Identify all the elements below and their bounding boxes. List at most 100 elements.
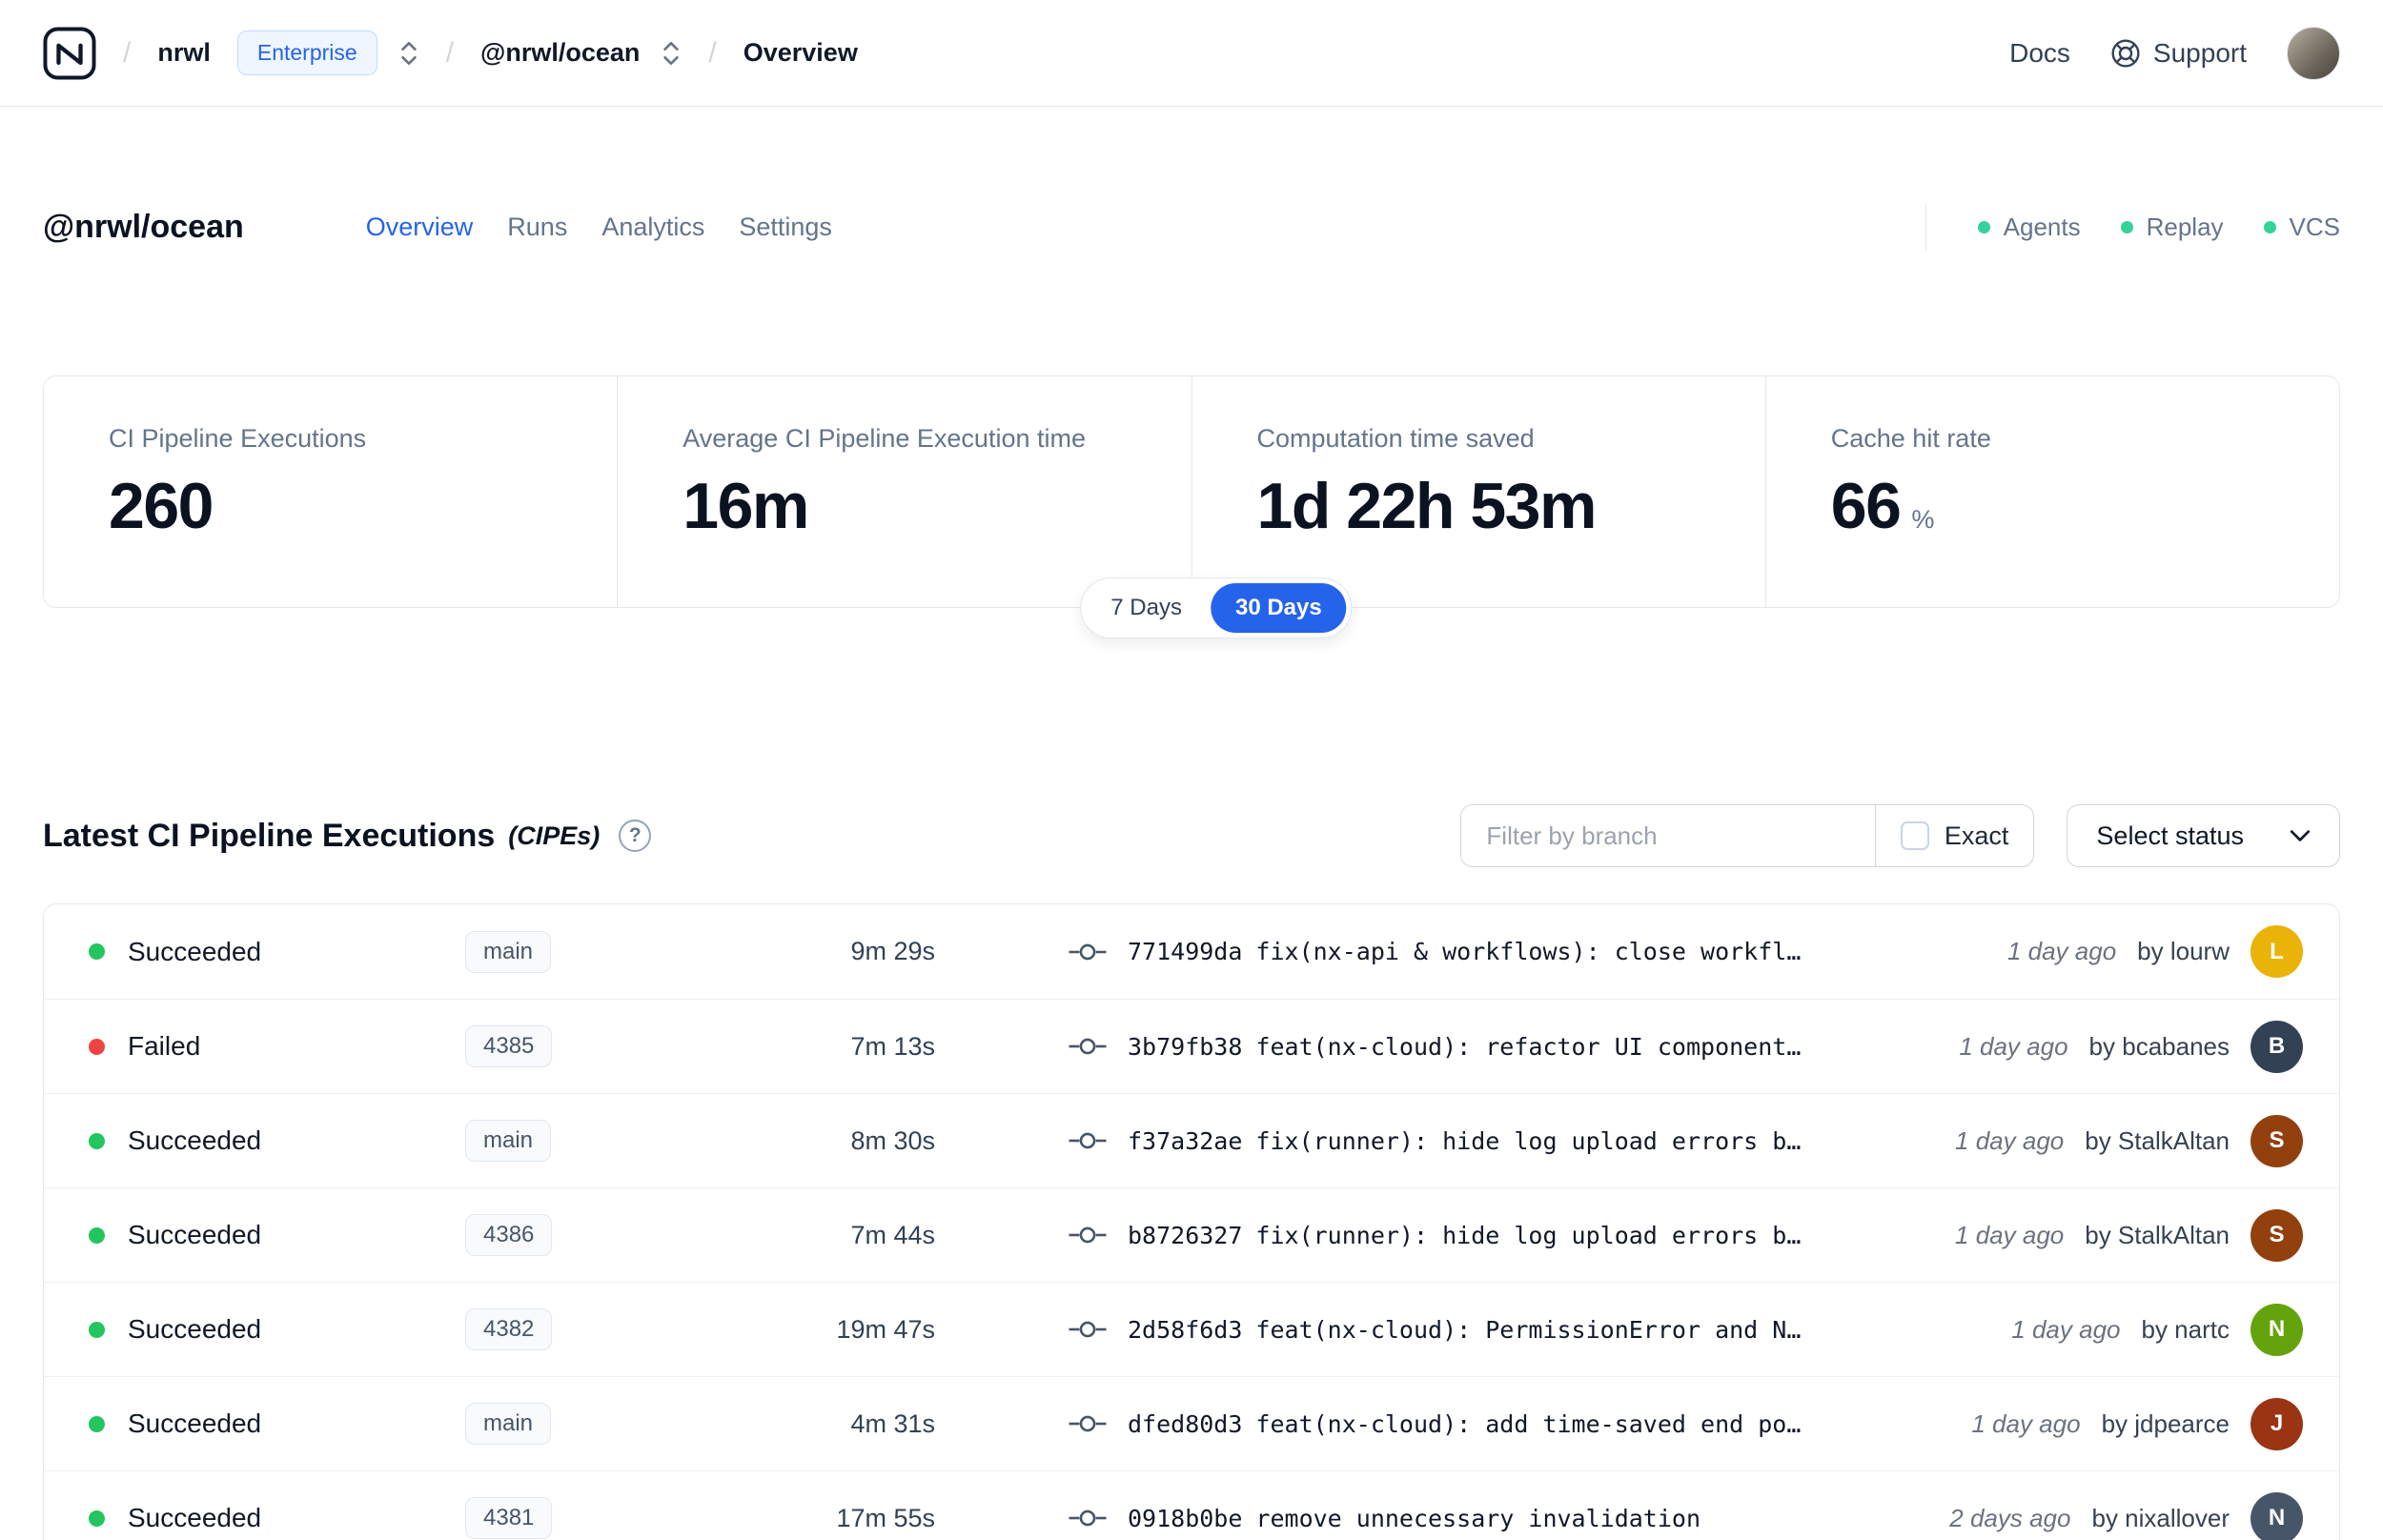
range-30-days-button[interactable]: 30 Days	[1210, 583, 1347, 633]
commit-hash: dfed80d3	[1128, 1409, 1243, 1438]
commit-subject: fix(runner): hide log upload errors b…	[1255, 1126, 1802, 1155]
branch-badge: main	[465, 930, 552, 973]
git-commit-icon	[1069, 1321, 1107, 1338]
commit-message: dfed80d3 feat(nx-cloud): add time-saved e…	[1128, 1410, 1801, 1438]
commit-hash: 2d58f6d3	[1128, 1315, 1243, 1344]
exact-checkbox[interactable]	[1900, 821, 1929, 850]
commit-message: b8726327 fix(runner): hide log upload err…	[1128, 1222, 1801, 1249]
commit-message: 2d58f6d3 feat(nx-cloud): PermissionError …	[1128, 1316, 1801, 1344]
status-label: Succeeded	[128, 1503, 262, 1532]
divider	[1925, 203, 1926, 251]
git-commit-icon	[1069, 1415, 1107, 1432]
table-row[interactable]: Succeeded main 8m 30s f37a32ae fix(runner…	[44, 1093, 2339, 1187]
row-avatar: S	[2251, 1208, 2303, 1262]
chevron-down-icon	[2290, 830, 2311, 841]
duration-label: 19m 47s	[836, 1314, 935, 1344]
breadcrumb-page: Overview	[743, 38, 858, 67]
duration-label: 7m 44s	[850, 1220, 935, 1249]
stat-avg-execution-time: Average CI Pipeline Execution time 16m	[617, 376, 1191, 607]
row-avatar: S	[2251, 1114, 2303, 1167]
tab-overview[interactable]: Overview	[366, 213, 474, 242]
support-label: Support	[2152, 37, 2247, 68]
range-7-days-button[interactable]: 7 Days	[1086, 583, 1207, 633]
branch-filter-input[interactable]	[1461, 805, 1875, 866]
status-label: Failed	[128, 1031, 201, 1061]
duration-label: 9m 29s	[850, 937, 935, 965]
cipe-section-subtitle: (CIPEs)	[508, 821, 601, 850]
row-avatar: B	[2251, 1020, 2303, 1073]
relative-time: 1 day ago	[1959, 1031, 2068, 1061]
stat-value: 66	[1830, 470, 1902, 542]
table-row[interactable]: Succeeded 4381 17m 55s 0918b0be remove un…	[44, 1470, 2339, 1540]
table-row[interactable]: Succeeded main 9m 29s 771499da fix(nx-api…	[44, 904, 2339, 999]
exact-label: Exact	[1944, 821, 2009, 850]
status-dot	[89, 1226, 105, 1244]
commit-message: f37a32ae fix(runner): hide log upload err…	[1128, 1127, 1801, 1155]
duration-label: 7m 13s	[850, 1031, 935, 1061]
stat-value: 16m	[682, 470, 809, 542]
row-avatar: N	[2251, 1303, 2303, 1356]
row-avatar: J	[2251, 1397, 2303, 1450]
indicator-agents[interactable]: Agents	[1977, 212, 2081, 242]
tab-settings[interactable]: Settings	[739, 213, 832, 242]
stat-unit: %	[1911, 505, 1935, 534]
indicator-label: VCS	[2289, 212, 2340, 241]
table-row[interactable]: Succeeded 4382 19m 47s 2d58f6d3 feat(nx-c…	[44, 1282, 2339, 1376]
author-label: by nartc	[2141, 1314, 2230, 1344]
commit-subject: feat(nx-cloud): refactor UI component…	[1255, 1032, 1802, 1061]
git-commit-icon	[1069, 1510, 1107, 1527]
tab-runs[interactable]: Runs	[507, 213, 567, 242]
table-row[interactable]: Succeeded main 4m 31s dfed80d3 feat(nx-cl…	[44, 1376, 2339, 1470]
duration-label: 4m 31s	[850, 1408, 935, 1438]
relative-time: 1 day ago	[2006, 937, 2117, 965]
help-icon[interactable]: ?	[619, 820, 652, 852]
top-nav: / nrwl Enterprise / @nrwl/ocean / Overvi…	[0, 0, 2383, 107]
branch-badge: 4386	[465, 1214, 553, 1256]
author-label: by StalkAltan	[2085, 1220, 2230, 1249]
indicator-label: Replay	[2146, 212, 2224, 241]
indicator-label: Agents	[2003, 212, 2081, 241]
workspace-tabs: Overview Runs Analytics Settings	[366, 213, 832, 242]
status-label: Succeeded	[128, 1314, 262, 1344]
row-avatar: N	[2251, 1491, 2303, 1540]
cipe-section: Latest CI Pipeline Executions (CIPEs) ? …	[43, 804, 2340, 1540]
enterprise-badge: Enterprise	[236, 30, 377, 75]
stat-label: Average CI Pipeline Execution time	[682, 424, 1086, 453]
select-status-button[interactable]: Select status	[2067, 804, 2340, 867]
commit-message: 0918b0be remove unnecessary invalidation	[1128, 1505, 1701, 1532]
commit-hash: 771499da	[1128, 938, 1243, 965]
status-dot	[89, 943, 105, 960]
stat-cache-hit-rate: Cache hit rate 66 %	[1764, 376, 2339, 607]
docs-link[interactable]: Docs	[2009, 38, 2070, 69]
stat-time-saved: Computation time saved 1d 22h 53m	[1191, 376, 1765, 607]
branch-badge: 4382	[465, 1308, 553, 1350]
branch-filter-group: Exact	[1460, 804, 2035, 867]
commit-message: 3b79fb38 feat(nx-cloud): refactor UI comp…	[1128, 1033, 1801, 1061]
breadcrumb-org[interactable]: nrwl	[157, 38, 211, 68]
git-commit-icon	[1069, 1132, 1107, 1149]
status-label: Succeeded	[128, 1220, 262, 1249]
author-label: by bcabanes	[2088, 1031, 2230, 1061]
exact-filter: Exact	[1874, 805, 2034, 866]
commit-subject: feat(nx-cloud): PermissionError and N…	[1255, 1315, 1802, 1344]
indicator-replay[interactable]: Replay	[2120, 212, 2224, 242]
nx-cloud-logo-icon[interactable]	[43, 26, 96, 80]
cipe-section-title: Latest CI Pipeline Executions	[43, 817, 496, 854]
cipe-table: Succeeded main 9m 29s 771499da fix(nx-api…	[43, 903, 2340, 1540]
duration-label: 17m 55s	[836, 1503, 935, 1532]
relative-time: 1 day ago	[2011, 1314, 2121, 1344]
org-selector-icon[interactable]	[398, 39, 419, 68]
commit-subject: feat(nx-cloud): add time-saved end po…	[1255, 1409, 1802, 1438]
support-link[interactable]: Support	[2110, 38, 2247, 69]
table-row[interactable]: Succeeded 4386 7m 44s b8726327 fix(runner…	[44, 1187, 2339, 1282]
branch-badge: main	[465, 1120, 552, 1162]
workspace-selector-icon[interactable]	[661, 39, 682, 68]
user-avatar[interactable]	[2287, 26, 2340, 80]
indicator-vcs[interactable]: VCS	[2263, 212, 2340, 242]
duration-label: 8m 30s	[850, 1125, 935, 1155]
tab-analytics[interactable]: Analytics	[601, 213, 704, 242]
git-commit-icon	[1069, 1038, 1107, 1055]
breadcrumb-workspace[interactable]: @nrwl/ocean	[480, 38, 640, 68]
table-row[interactable]: Failed 4385 7m 13s 3b79fb38 feat(nx-cloud…	[44, 999, 2339, 1093]
commit-subject: remove unnecessary invalidation	[1255, 1504, 1701, 1532]
